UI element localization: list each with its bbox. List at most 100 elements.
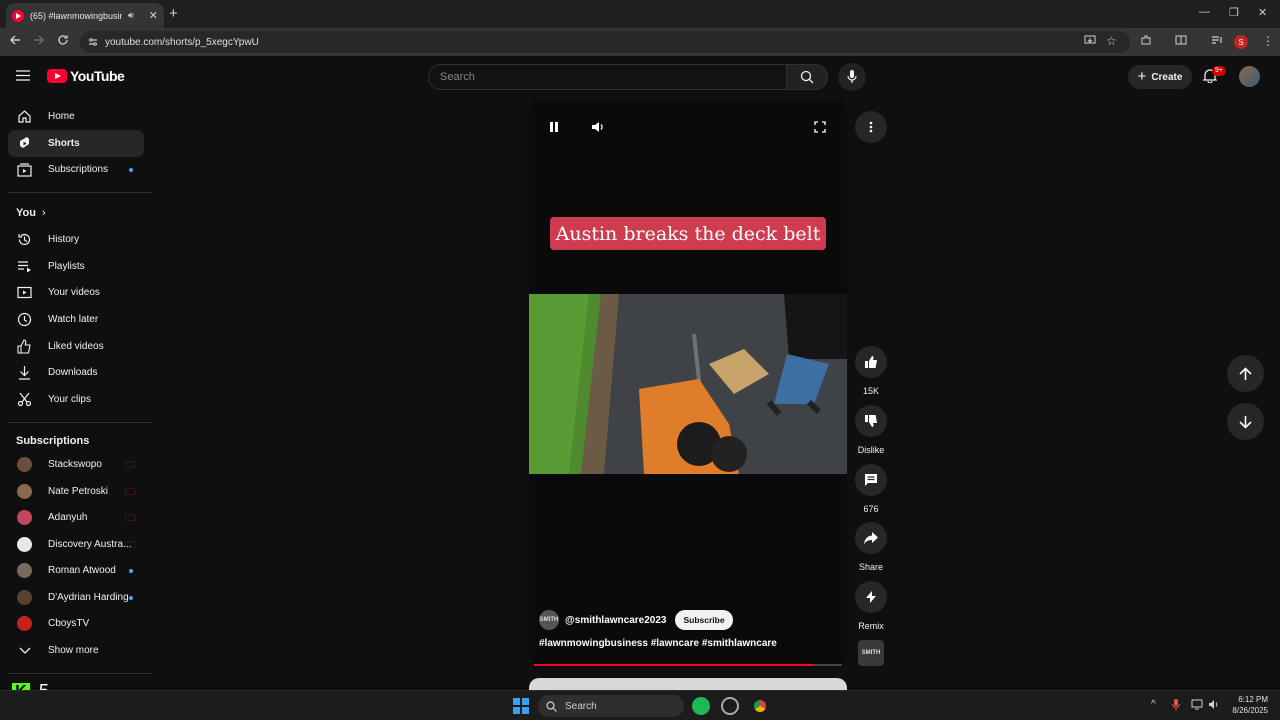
channel-name[interactable]: @smithlawncare2023	[565, 615, 666, 626]
media-control-icon[interactable]	[1211, 34, 1223, 46]
like-action[interactable]: 15K	[855, 346, 887, 396]
network-tray-icon[interactable]	[1191, 699, 1203, 710]
site-info-icon[interactable]	[87, 36, 99, 48]
voice-search-button[interactable]	[838, 63, 866, 91]
youtube-header: YouTube + Create 9+	[0, 56, 1280, 100]
fullscreen-icon[interactable]	[814, 121, 826, 133]
sidebar-channel-item[interactable]: D'Aydrian Harding	[8, 584, 144, 611]
sidebar: Home Shorts Subscriptions You › History …	[0, 100, 160, 685]
more-options-button[interactable]	[855, 111, 887, 143]
sidebar-divider	[8, 673, 153, 674]
youtube-favicon-icon	[12, 9, 24, 22]
share-button[interactable]	[855, 522, 887, 554]
comments-action[interactable]: 676	[855, 464, 887, 514]
windows-start-icon[interactable]	[513, 698, 529, 714]
remix-label: Remix	[858, 621, 884, 631]
microphone-tray-icon[interactable]	[1172, 699, 1180, 711]
window-close-icon[interactable]: ✕	[1258, 6, 1267, 19]
shorts-player[interactable]: Austin breaks the deck belt SMITH @smith…	[529, 101, 847, 667]
url-text: youtube.com/shorts/p_5xegcYpwU	[105, 36, 259, 48]
address-bar[interactable]: youtube.com/shorts/p_5xegcYpwU	[80, 31, 1130, 53]
share-action[interactable]: Share	[855, 522, 887, 572]
channel-avatar	[17, 590, 32, 605]
browser-profile-avatar[interactable]: S	[1234, 35, 1248, 49]
extensions-icon[interactable]	[1140, 34, 1152, 46]
sidebar-item-your-videos[interactable]: Your videos	[8, 279, 144, 306]
comments-button[interactable]	[855, 464, 887, 496]
sidebar-item-liked-videos[interactable]: Liked videos	[8, 333, 144, 360]
audio-source-thumbnail[interactable]: SMITH	[858, 640, 884, 666]
browser-menu-icon[interactable]: ⋮	[1262, 34, 1274, 48]
create-button[interactable]: + Create	[1128, 65, 1192, 89]
reload-icon[interactable]	[57, 34, 69, 46]
arrow-up-icon	[1239, 366, 1252, 381]
create-label: Create	[1151, 71, 1183, 83]
clock-date: 8/26/2025	[1232, 706, 1268, 715]
minimize-icon[interactable]: —	[1199, 6, 1210, 18]
playback-progress-bar[interactable]	[534, 664, 842, 666]
volume-icon[interactable]	[591, 120, 605, 134]
pause-icon[interactable]	[549, 121, 559, 133]
install-app-icon[interactable]	[1084, 34, 1096, 46]
hamburger-menu-icon[interactable]	[16, 70, 30, 81]
sidebar-item-label: Subscriptions	[48, 164, 109, 175]
video-hashtags[interactable]: #lawnmowingbusiness #lawncare #smithlawn…	[539, 638, 777, 649]
sidebar-item-shorts[interactable]: Shorts	[8, 130, 144, 157]
subscribe-button[interactable]: Subscribe	[675, 610, 733, 630]
spotify-icon[interactable]	[692, 697, 710, 715]
browser-tab[interactable]: (65) #lawnmowingbusiness 🔊︎ ✕	[6, 3, 164, 28]
sidebar-item-history[interactable]: History	[8, 226, 144, 253]
sidebar-channel-item[interactable]: Roman Atwood	[8, 557, 144, 584]
dislike-action[interactable]: Dislike	[855, 405, 887, 455]
search-input[interactable]	[440, 71, 740, 83]
tray-overflow-icon[interactable]: ^	[1151, 699, 1156, 710]
dislike-button[interactable]	[855, 405, 887, 437]
comment-count: 676	[863, 504, 879, 514]
channel-avatar[interactable]: SMITH	[539, 610, 559, 630]
sidebar-item-home[interactable]: Home	[8, 103, 144, 130]
sidebar-item-subscriptions[interactable]: Subscriptions	[8, 156, 144, 183]
sidebar-channel-item[interactable]: Stackswopo	[8, 451, 144, 478]
channel-avatar	[17, 537, 32, 552]
sidebar-item-playlists[interactable]: Playlists	[8, 253, 144, 280]
youtube-logo[interactable]: YouTube	[47, 68, 125, 84]
new-tab-icon[interactable]: +	[169, 5, 178, 22]
sidebar-item-your-clips[interactable]: Your clips	[8, 386, 144, 413]
sidebar-item-downloads[interactable]: Downloads	[8, 359, 144, 386]
subscriptions-icon	[17, 162, 32, 177]
system-clock[interactable]: 6:12 PM 8/26/2025	[1228, 694, 1268, 716]
you-section-heading[interactable]: You ›	[16, 207, 46, 219]
thumbs-up-icon	[864, 355, 878, 369]
obs-icon[interactable]	[721, 697, 739, 715]
search-button[interactable]	[786, 64, 828, 90]
tab-audio-icon[interactable]: 🔊︎	[128, 10, 134, 21]
sidebar-channel-item[interactable]: Nate Petroski	[8, 478, 144, 505]
bookmark-star-icon[interactable]: ☆	[1106, 34, 1117, 48]
sidebar-channel-item[interactable]: Discovery Austra...	[8, 531, 144, 558]
remix-action[interactable]: Remix	[855, 581, 887, 631]
split-view-icon[interactable]	[1175, 34, 1187, 46]
show-more-button[interactable]: Show more	[8, 637, 144, 664]
live-indicator-icon	[125, 461, 136, 468]
taskbar-search[interactable]: Search	[538, 695, 684, 717]
channel-avatar	[17, 457, 32, 472]
forward-icon[interactable]	[33, 34, 45, 46]
chrome-icon[interactable]	[751, 697, 769, 715]
sidebar-item-label: Your clips	[48, 394, 91, 405]
next-short-button[interactable]	[1227, 403, 1264, 440]
restore-icon[interactable]: ❐	[1229, 6, 1239, 19]
volume-tray-icon[interactable]	[1208, 699, 1220, 710]
sidebar-channel-item[interactable]: CboysTV	[8, 610, 144, 637]
subscriptions-heading: Subscriptions	[16, 435, 90, 447]
back-icon[interactable]	[9, 34, 21, 46]
remix-button[interactable]	[855, 581, 887, 613]
next-short-preview[interactable]	[529, 678, 847, 690]
thumbs-up-icon	[17, 339, 32, 354]
chevron-right-icon: ›	[41, 207, 46, 219]
user-avatar[interactable]	[1239, 66, 1260, 87]
previous-short-button[interactable]	[1227, 355, 1264, 392]
like-button[interactable]	[855, 346, 887, 378]
sidebar-channel-item[interactable]: Adanyuh	[8, 504, 144, 531]
tab-close-icon[interactable]: ✕	[149, 9, 158, 22]
sidebar-item-watch-later[interactable]: Watch later	[8, 306, 144, 333]
